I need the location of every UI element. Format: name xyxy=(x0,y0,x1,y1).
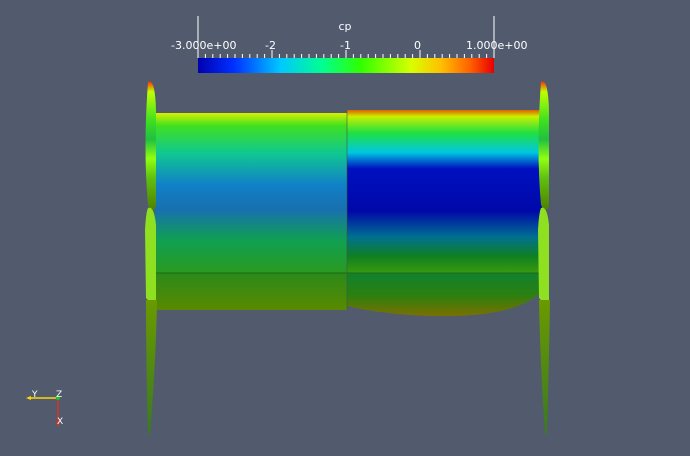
colorbar-label-2: -2 xyxy=(265,39,276,52)
body-right-section xyxy=(347,110,542,273)
colorbar-label-3: -1 xyxy=(340,39,351,52)
lower-hull-left xyxy=(155,273,347,310)
colorbar-gradient xyxy=(198,58,494,73)
right-mid-fin xyxy=(538,207,549,303)
left-lower-strut xyxy=(146,300,157,434)
pressure-surface-render xyxy=(26,16,550,434)
lower-hull-right xyxy=(347,273,542,317)
right-lower-strut xyxy=(539,300,550,434)
left-mid-fin xyxy=(145,207,156,303)
right-upper-fin xyxy=(538,81,549,210)
colorbar-label-max: 1.000e+00 xyxy=(466,39,528,52)
colorbar-title: cp xyxy=(338,20,352,33)
triad-label-x: X xyxy=(57,417,64,427)
render-viewport[interactable]: cp -3.000e+00 -2 -1 0 1.000e+00 Y Z X xyxy=(0,0,690,456)
colorbar-label-min: -3.000e+00 xyxy=(171,39,237,52)
left-upper-fin xyxy=(145,81,156,210)
orientation-axes-triad xyxy=(26,396,60,427)
triad-label-z: Z xyxy=(56,390,63,400)
body-left-section xyxy=(155,113,347,273)
colorbar-label-4: 0 xyxy=(414,39,421,52)
triad-label-y: Y xyxy=(32,390,38,400)
